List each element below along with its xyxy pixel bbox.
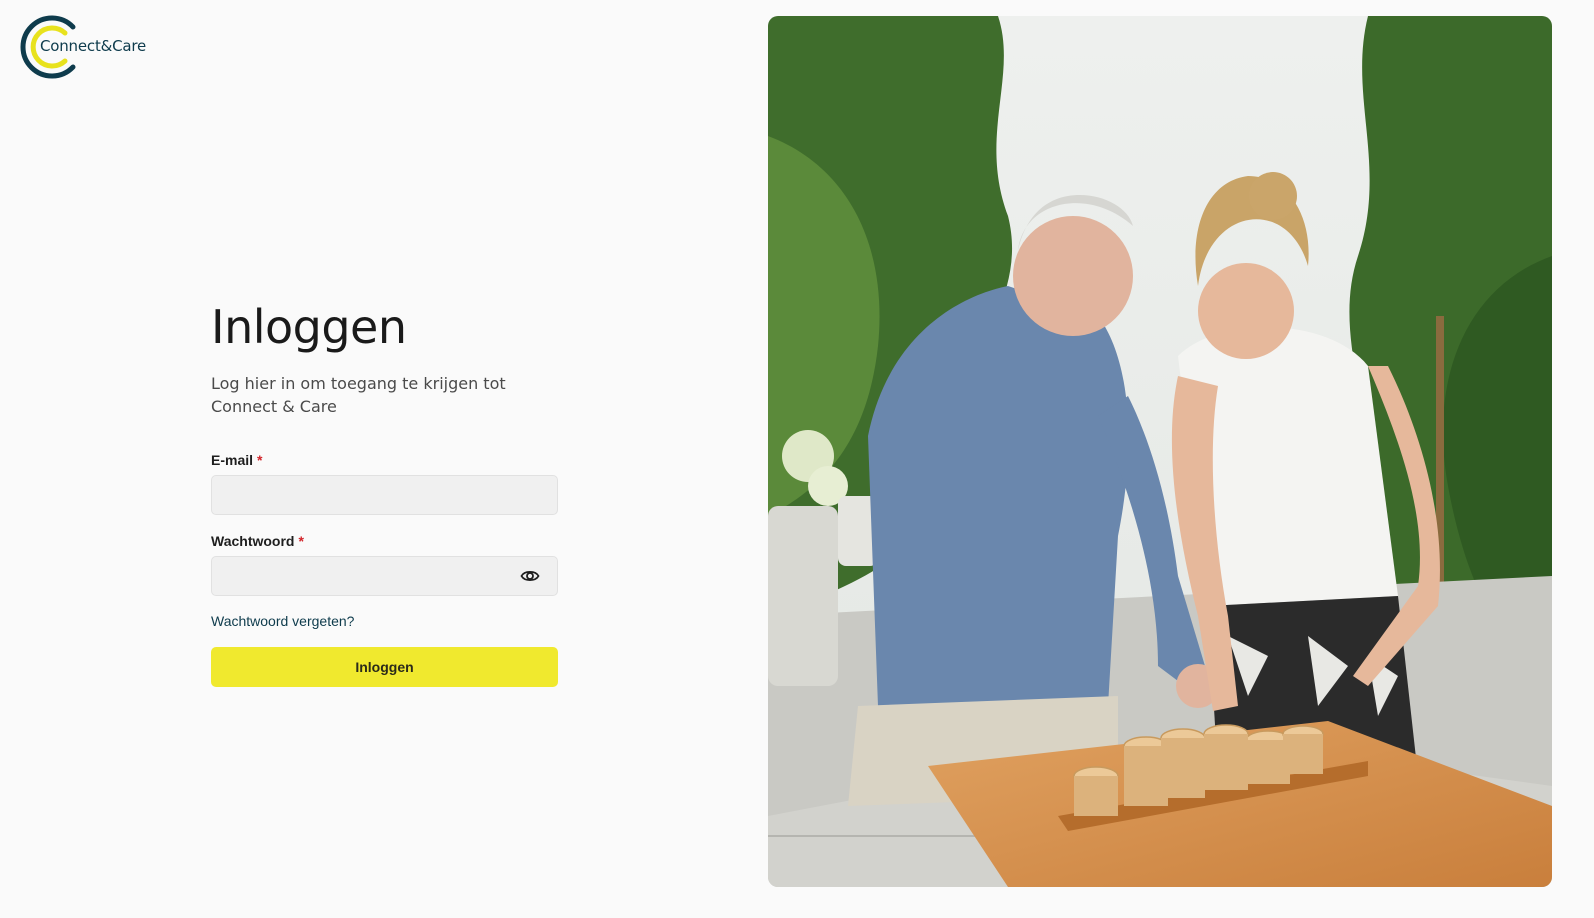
page-title: Inloggen [211,300,407,354]
brand-name: Connect&Care [40,37,147,55]
password-label-text: Wachtwoord [211,533,295,549]
email-field-wrapper [211,475,558,515]
email-field[interactable] [212,476,557,514]
page-subtitle: Log hier in om toegang te krijgen tot Co… [211,374,506,416]
eye-icon[interactable] [520,568,540,584]
required-marker: * [257,452,263,468]
login-button[interactable]: Inloggen [211,647,558,687]
password-label: Wachtwoord * [211,532,304,550]
email-label: E-mail * [211,451,262,469]
required-marker: * [298,533,304,549]
hero-photo [768,16,1552,887]
password-field[interactable] [212,557,557,595]
email-label-text: E-mail [211,452,254,468]
password-field-wrapper [211,556,558,596]
forgot-password-link[interactable]: Wachtwoord vergeten? [211,613,354,629]
brand-logo: Connect&Care [15,15,165,79]
login-panel: Inloggen Log hier in om toegang te krijg… [211,300,558,687]
